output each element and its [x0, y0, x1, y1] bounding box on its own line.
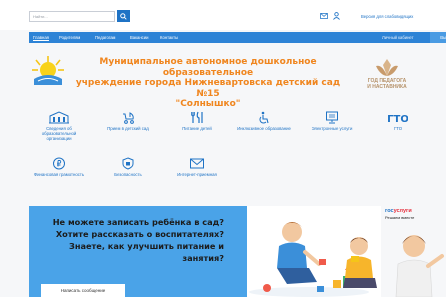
kids-playing-illustration	[247, 206, 381, 297]
org-title: Муниципальное автономное дошкольное обра…	[70, 57, 346, 110]
gosuslugi-logo[interactable]: госуслуги Решаем вместе	[385, 208, 433, 220]
write-message-button[interactable]: Написать сообщение	[41, 284, 125, 297]
service-label: Инклюзивное образование	[237, 126, 291, 131]
banner-line4: занятия?	[182, 253, 224, 263]
nav-contacts[interactable]: Контакты	[160, 35, 178, 40]
service-e-services[interactable]: Электронные услуги	[302, 111, 362, 131]
gosuslugi-part1: гос	[385, 208, 394, 214]
search-input[interactable]: Найти...	[29, 11, 115, 22]
monitor-icon	[326, 111, 338, 124]
search-icon	[120, 13, 127, 20]
banner-line3: Знаете, как улучшить питание и	[69, 241, 224, 251]
building-icon	[49, 111, 69, 124]
service-label: Электронные услуги	[311, 126, 353, 131]
user-icon[interactable]	[333, 12, 340, 20]
gosuslugi-title: госуслуги	[385, 208, 433, 214]
service-org-info[interactable]: Сведения об образовательной организации	[29, 111, 89, 142]
banner-line1: Не можете записать ребёнка в сад?	[52, 217, 224, 227]
main-nav: Главная Родителям Педагогам Вакансии Кон…	[29, 32, 446, 43]
search-button[interactable]	[117, 10, 130, 22]
shield-icon	[122, 157, 134, 170]
inclusive-icon	[259, 111, 269, 124]
org-title-line2: учреждение города Нижневартовска детский…	[75, 78, 341, 99]
gto-icon-text: ГТО	[388, 114, 408, 124]
nav-parents[interactable]: Родителям	[59, 35, 80, 40]
org-title-line3: "Солнышко"	[175, 99, 241, 109]
gosuslugi-tagline: Решаем вместе	[385, 215, 415, 220]
service-label: ГТО	[393, 126, 403, 131]
banner-line2: Хотите рассказать о воспитателях?	[55, 229, 224, 239]
service-label: Интернет-приемная	[177, 172, 217, 177]
envelope-icon	[190, 158, 204, 169]
service-gto[interactable]: ГТО ГТО	[368, 111, 428, 131]
service-safety[interactable]: Безопасность	[98, 157, 158, 177]
service-label: Питание детей	[182, 126, 212, 131]
nav-cabinet[interactable]: Личный кабинет	[382, 35, 414, 40]
accessibility-link[interactable]: Версия для слабовидящих	[361, 14, 413, 19]
service-internet-reception[interactable]: Интернет-приемная	[167, 157, 227, 177]
gosuslugi-part2: услуги	[393, 208, 412, 214]
gto-icon: ГТО	[388, 114, 408, 124]
cutlery-icon	[191, 111, 203, 123]
mail-icon[interactable]	[320, 13, 328, 19]
service-admission[interactable]: Прием в детский сад	[98, 111, 158, 131]
service-label: Финансовая грамотность	[33, 172, 85, 177]
coin-icon	[53, 157, 65, 170]
exit-button[interactable]: Выйти	[430, 32, 446, 43]
banner-text: Не можете записать ребёнка в сад? Хотите…	[34, 216, 224, 264]
nav-vacancies[interactable]: Вакансии	[130, 35, 148, 40]
nav-home[interactable]: Главная	[33, 35, 49, 40]
service-label: Прием в детский сад	[107, 126, 149, 131]
year-badge-line2: И НАСТАВНИКА	[367, 83, 407, 90]
year-of-teacher-text: ГОД ПЕДАГОГА И НАСТАВНИКА	[362, 78, 412, 90]
top-bar: Найти... Версия для слабовидящих	[0, 0, 446, 30]
org-title-line1: Муниципальное автономное дошкольное обра…	[99, 57, 317, 78]
service-finance[interactable]: Финансовая грамотность	[29, 157, 89, 177]
stroller-icon	[123, 112, 134, 124]
nav-teachers[interactable]: Педагогам	[95, 35, 115, 40]
service-label: Безопасность	[114, 172, 142, 177]
service-inclusive[interactable]: Инклюзивное образование	[234, 111, 294, 131]
service-label: Сведения об образовательной организации	[41, 126, 77, 142]
service-nutrition[interactable]: Питание детей	[167, 111, 227, 131]
child-illustration	[395, 235, 444, 297]
kindergarten-logo[interactable]	[30, 54, 66, 86]
